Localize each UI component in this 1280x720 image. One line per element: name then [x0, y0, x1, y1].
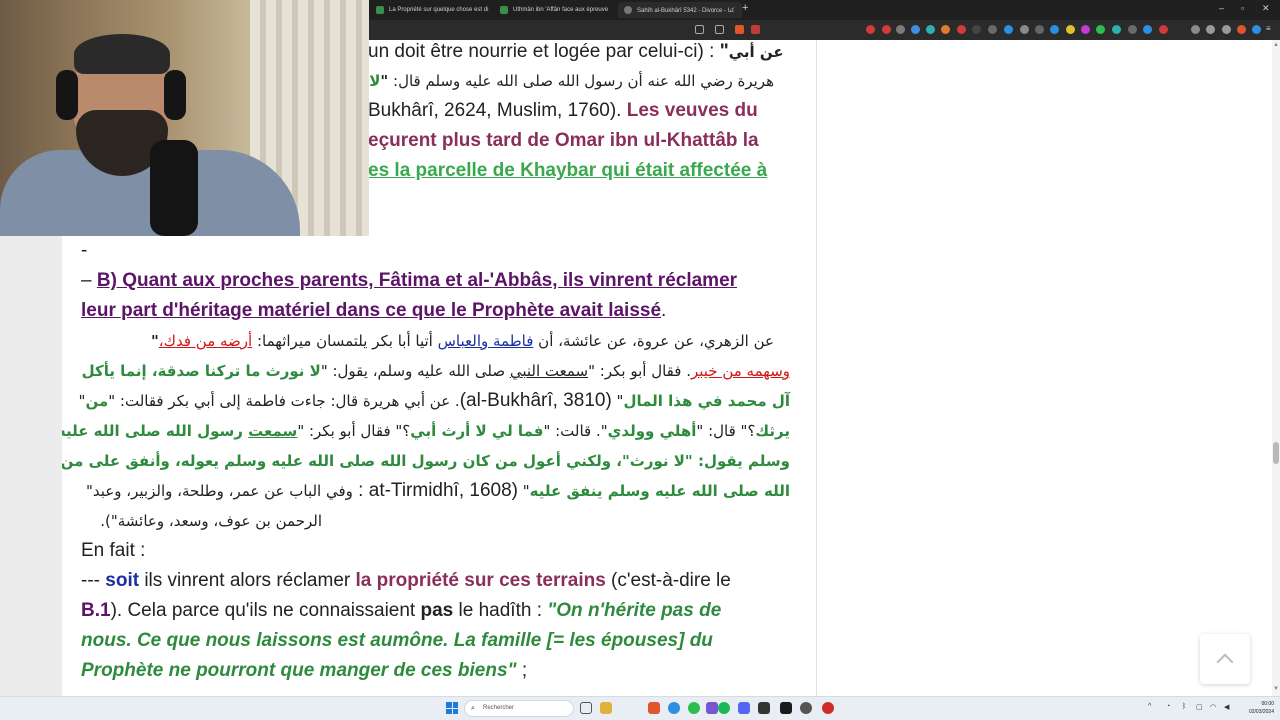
browser-tab-2[interactable]: Uthmân ibn 'Affân face aux épreuve ✕: [494, 2, 618, 18]
extension-icon[interactable]: [1191, 25, 1200, 34]
arabic-line: وسهمه من خيبر. فقال أبو بكر: "سمعت النبي…: [81, 362, 790, 380]
windows-start-icon[interactable]: [446, 702, 458, 714]
list-dash: -: [81, 240, 88, 261]
extension-icon[interactable]: [957, 25, 966, 34]
paragraph-line: En fait :: [81, 540, 146, 561]
extension-icon[interactable]: [1222, 25, 1231, 34]
article-line: eçurent plus tard de Omar ibn ul-Khattâb…: [368, 130, 759, 151]
tab-title: La Propriété sur quelque chose est di: [389, 7, 489, 13]
chevron-up-icon: [1216, 653, 1234, 671]
article-link[interactable]: es la parcelle de Khaybar qui était affe…: [368, 156, 767, 186]
tray-app-icon[interactable]: ▢: [1196, 703, 1203, 711]
browser-tab-1[interactable]: La Propriété sur quelque chose est di ✕: [370, 2, 494, 18]
extension-icon[interactable]: [1020, 25, 1029, 34]
scroll-down-icon[interactable]: ▼: [1273, 686, 1279, 692]
wifi-icon[interactable]: ◠: [1210, 703, 1216, 711]
arabic-line: الله صلى الله عليه وسلم ينفق عليه" (at-T…: [86, 480, 790, 501]
microphone-icon: [150, 140, 198, 236]
extension-icon[interactable]: [1066, 25, 1075, 34]
extension-icon[interactable]: [1096, 25, 1105, 34]
extension-icon[interactable]: [1143, 25, 1152, 34]
extension-icon[interactable]: [926, 25, 935, 34]
network-icon[interactable]: ◔: [1166, 703, 1170, 710]
tab-title: Sahîh al-Bukhârî 5342 - Divorce - كتا: [637, 7, 735, 14]
extension-icon[interactable]: [1112, 25, 1121, 34]
green-doc-icon: [376, 6, 384, 14]
edit-icon[interactable]: [715, 25, 724, 34]
task-view-icon[interactable]: [580, 702, 592, 714]
extension-icon[interactable]: [866, 25, 875, 34]
green-doc-icon: [500, 6, 508, 14]
extension-icon[interactable]: [1206, 25, 1215, 34]
brave-shield-icon[interactable]: [735, 25, 744, 34]
scroll-up-icon[interactable]: ▲: [1273, 42, 1279, 48]
extension-icon[interactable]: [1159, 25, 1168, 34]
webcam-overlay: [0, 0, 369, 236]
discord-icon[interactable]: [738, 702, 750, 714]
headphone-icon: [164, 70, 186, 120]
taskbar-search-input[interactable]: ⌕ Rechercher: [464, 700, 574, 717]
tray-chevron-icon[interactable]: ^: [1148, 703, 1151, 710]
globe-icon: [624, 6, 632, 14]
presenter-cap: [74, 34, 170, 74]
arabic-line: الرحمن بن عوف، وسعد، وعائشة").: [100, 512, 322, 530]
spotify-icon[interactable]: [718, 702, 730, 714]
extension-icon[interactable]: [1128, 25, 1137, 34]
article-line: un doit être nourrie et logée par celui-…: [368, 41, 784, 62]
extension-icon[interactable]: [1081, 25, 1090, 34]
article-line-arabic: هريرة رضي الله عنه أن رسول الله صلى الله…: [369, 72, 774, 90]
search-icon: ⌕: [471, 705, 475, 712]
headphone-icon: [56, 70, 78, 120]
system-clock[interactable]: 00:00 02/03/2024: [1238, 700, 1274, 716]
rewards-icon[interactable]: [751, 25, 760, 34]
record-icon[interactable]: [822, 702, 834, 714]
extension-icon[interactable]: [972, 25, 981, 34]
back-to-top-button[interactable]: [1200, 634, 1250, 684]
new-tab-button[interactable]: +: [742, 2, 748, 14]
extension-icon[interactable]: [882, 25, 891, 34]
hadith-link[interactable]: فاطمة والعباس: [438, 332, 534, 350]
paragraph-line: Prophète ne pourront que manger de ces b…: [81, 660, 528, 681]
volume-icon[interactable]: ◀: [1224, 703, 1229, 711]
paragraph-line: B.1). Cela parce qu'ils ne connaissaient…: [81, 600, 722, 621]
extension-icon[interactable]: [896, 25, 905, 34]
paragraph-line: --- soit ils vinrent alors réclamer la p…: [81, 570, 731, 591]
extension-icon[interactable]: [911, 25, 920, 34]
page-scrollbar[interactable]: ▲ ▼: [1272, 40, 1280, 696]
maximize-button[interactable]: ▫: [1241, 3, 1244, 13]
wallet-icon[interactable]: [1237, 25, 1246, 34]
right-margin: [816, 40, 1272, 696]
menu-icon[interactable]: ≡: [1266, 24, 1275, 33]
arabic-line: عن الزهري، عن عروة، عن عائشة، أن فاطمة و…: [150, 332, 774, 350]
arabic-line: يرثك؟" قال: "أهلي وولدي". قالت: "فما لي …: [62, 422, 790, 440]
windows-taskbar: ⌕ Rechercher ^ ◔ ᛒ ▢ ◠ ◀ 00:00 02/03/202…: [0, 696, 1280, 720]
settings-icon[interactable]: [800, 702, 812, 714]
extension-icon[interactable]: [1004, 25, 1013, 34]
brave-browser-icon[interactable]: [648, 702, 660, 714]
extension-icon[interactable]: [941, 25, 950, 34]
close-window-button[interactable]: ✕: [1262, 3, 1270, 14]
bluetooth-icon[interactable]: ᛒ: [1182, 703, 1186, 710]
section-heading: leur part d'héritage matériel dans ce qu…: [81, 300, 667, 321]
arabic-line: آل محمد في هذا المال" (al-Bukhârî, 3810)…: [78, 390, 790, 411]
paragraph-line: nous. Ce que nous laissons est aumône. L…: [81, 630, 713, 651]
scroll-thumb[interactable]: [1273, 442, 1279, 464]
article-line: Bukhârî, 2624, Muslim, 1760). Les veuves…: [368, 100, 758, 121]
share-icon[interactable]: [695, 25, 704, 34]
terminal-icon[interactable]: [780, 702, 792, 714]
browser-tab-3-active[interactable]: Sahîh al-Bukhârî 5342 - Divorce - كتا ✕: [618, 2, 742, 18]
file-explorer-icon[interactable]: [600, 702, 612, 714]
extension-icon[interactable]: [988, 25, 997, 34]
arabic-line: وسلم يقول: "لا نورث"، ولكني أعول من كان …: [62, 452, 790, 470]
app-icon[interactable]: [668, 702, 680, 714]
tab-title: Uthmân ibn 'Affân face aux épreuve: [513, 7, 609, 13]
app-icon[interactable]: [706, 702, 718, 714]
extension-icon[interactable]: [1050, 25, 1059, 34]
whatsapp-icon[interactable]: [688, 702, 700, 714]
section-heading: – B) Quant aux proches parents, Fâtima e…: [81, 270, 738, 291]
app-icon[interactable]: [758, 702, 770, 714]
minimize-button[interactable]: –: [1219, 3, 1224, 13]
extension-icon[interactable]: [1035, 25, 1044, 34]
vpn-icon[interactable]: [1252, 25, 1261, 34]
